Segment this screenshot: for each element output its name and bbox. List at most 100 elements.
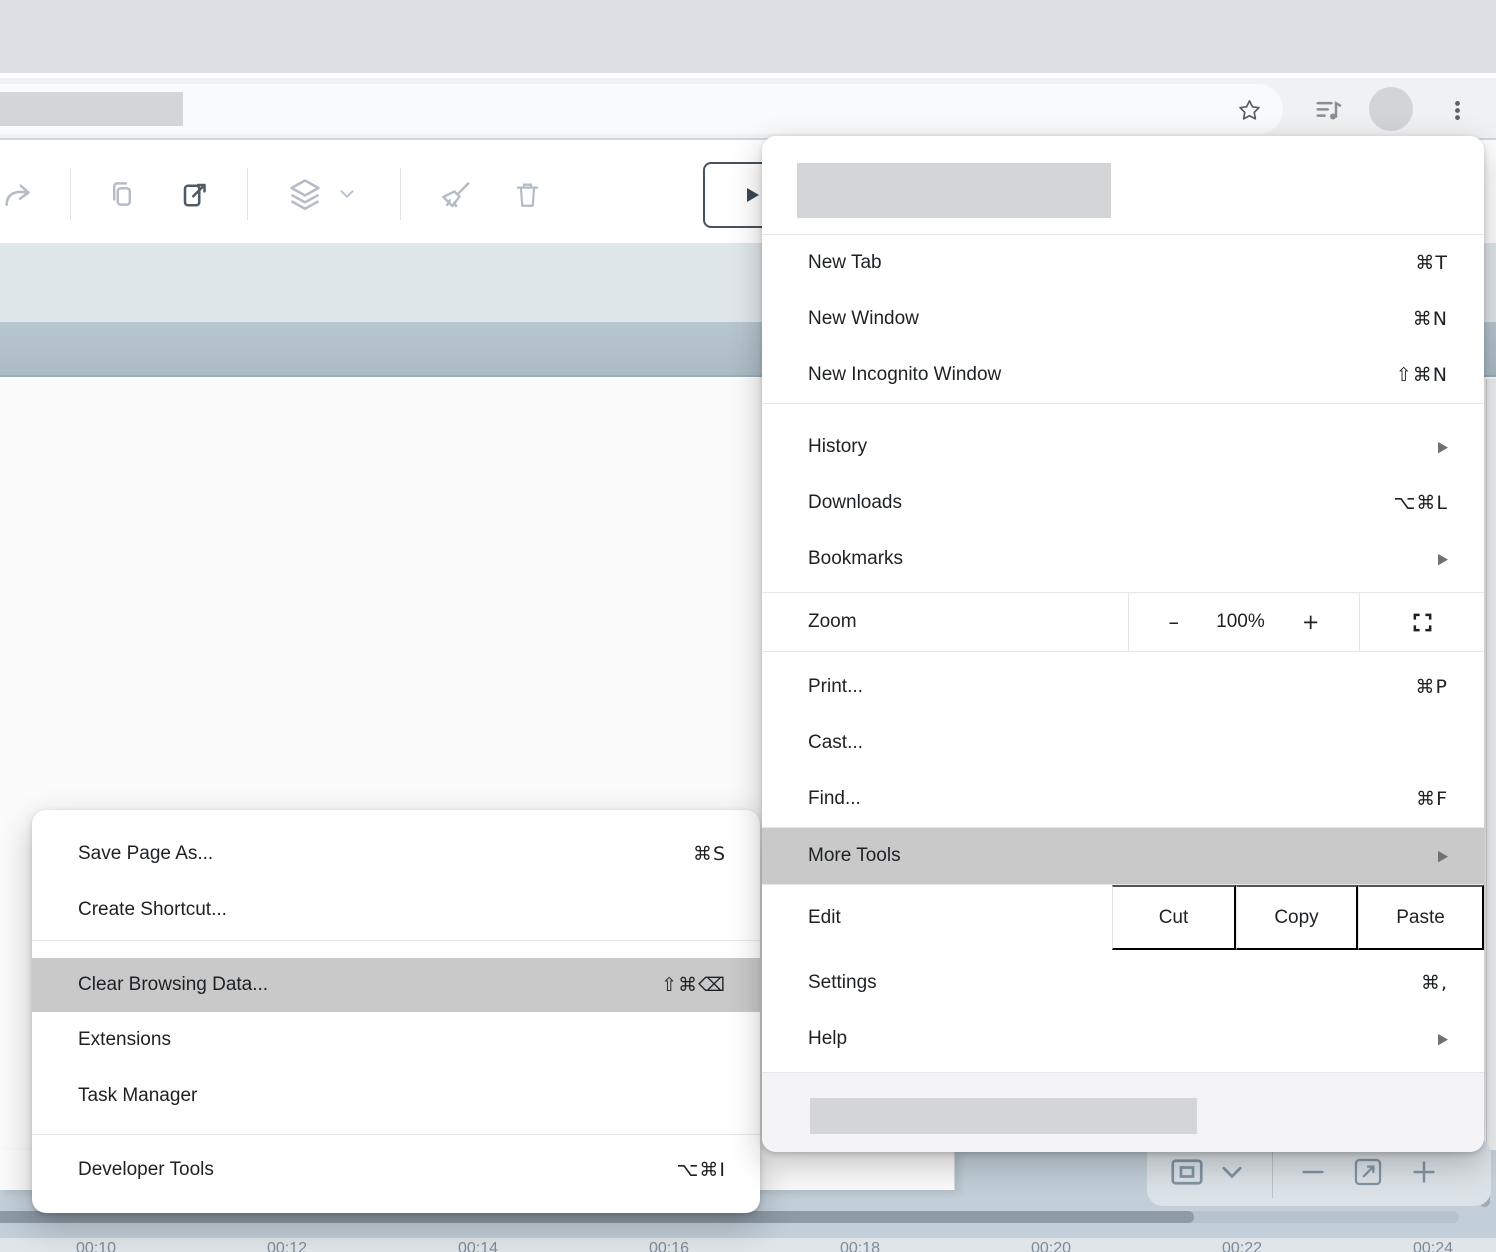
collapse-panel-button[interactable] bbox=[1210, 1146, 1254, 1198]
chevron-down-icon bbox=[1217, 1157, 1247, 1187]
submenu-arrow-icon: ▶ bbox=[1438, 550, 1448, 568]
zoom-level-value: 100% bbox=[1216, 611, 1265, 633]
menu-item-shortcut: ⌘F bbox=[1416, 788, 1448, 810]
address-bar[interactable] bbox=[0, 84, 1283, 134]
duplicate-export-icon bbox=[176, 176, 212, 212]
timeline-timestamp: 00:18 bbox=[840, 1240, 880, 1252]
menu-item-downloads[interactable]: Downloads ⌥⌘L bbox=[762, 475, 1484, 531]
fullscreen-corners-icon bbox=[1411, 611, 1434, 634]
menu-item-create-shortcut[interactable]: Create Shortcut... bbox=[32, 882, 760, 938]
menu-item-new-window[interactable]: New Window ⌘N bbox=[762, 291, 1484, 347]
menu-footer bbox=[762, 1073, 1484, 1152]
screen: 00:10 00:12 00:14 00:16 00:18 00:20 00:2… bbox=[0, 0, 1496, 1252]
duplicate-export-button[interactable] bbox=[169, 169, 219, 219]
toolbar-separator bbox=[70, 168, 71, 220]
submenu-arrow-icon: ▶ bbox=[1438, 847, 1448, 865]
menu-item-label: History bbox=[808, 436, 867, 458]
trash-icon bbox=[511, 178, 544, 211]
menu-item-save-page-as[interactable]: Save Page As... ⌘S bbox=[32, 826, 760, 882]
star-icon bbox=[1236, 97, 1263, 124]
submenu-arrow-icon: ▶ bbox=[1438, 1030, 1448, 1048]
menu-item-label: Developer Tools bbox=[78, 1159, 214, 1181]
menu-item-help[interactable]: Help ▶ bbox=[762, 1011, 1484, 1067]
menu-item-label: Bookmarks bbox=[808, 548, 903, 570]
picture-in-picture-icon bbox=[1169, 1156, 1205, 1188]
zoom-in-timeline-button[interactable] bbox=[1402, 1146, 1446, 1198]
menu-item-print[interactable]: Print... ⌘P bbox=[762, 659, 1484, 715]
menu-item-label: Settings bbox=[808, 972, 877, 994]
menu-item-cast[interactable]: Cast... bbox=[762, 715, 1484, 771]
timeline-timestamp: 00:12 bbox=[267, 1240, 307, 1252]
menu-item-shortcut: ⌘, bbox=[1421, 972, 1448, 994]
panel-separator bbox=[1272, 1146, 1273, 1198]
menu-item-task-manager[interactable]: Task Manager bbox=[32, 1068, 760, 1124]
menu-divider bbox=[32, 1134, 760, 1135]
copy-icon bbox=[105, 177, 139, 211]
timeline-timestamp: 00:22 bbox=[1222, 1240, 1262, 1252]
menu-divider bbox=[762, 403, 1484, 404]
play-icon bbox=[739, 183, 763, 207]
zoom-out-button[interactable]: – bbox=[1163, 610, 1186, 634]
layers-dropdown-button[interactable] bbox=[327, 169, 367, 219]
menu-divider bbox=[32, 940, 760, 941]
zoom-in-button[interactable]: + bbox=[1296, 610, 1326, 634]
menu-item-label: Save Page As... bbox=[78, 843, 213, 865]
timeline-timestamp: 00:20 bbox=[1031, 1240, 1071, 1252]
cut-button[interactable]: Cut bbox=[1112, 885, 1236, 950]
menu-item-edit: Edit Cut Copy Paste bbox=[762, 885, 1484, 950]
menu-item-clear-browsing-data[interactable]: Clear Browsing Data... ⇧⌘⌫ bbox=[32, 958, 760, 1012]
menu-item-settings[interactable]: Settings ⌘, bbox=[762, 955, 1484, 1011]
clean-button[interactable] bbox=[432, 169, 482, 219]
copy-button[interactable]: Copy bbox=[1236, 885, 1358, 950]
timeline-timestamp: 00:24 bbox=[1413, 1240, 1453, 1252]
zoom-out-timeline-button[interactable] bbox=[1291, 1146, 1335, 1198]
timeline-timestamp: 00:16 bbox=[649, 1240, 689, 1252]
timeline-timestamp: 00:10 bbox=[76, 1240, 116, 1252]
menu-item-history[interactable]: History ▶ bbox=[762, 419, 1484, 475]
menu-item-label: Print... bbox=[808, 676, 863, 698]
menu-item-developer-tools[interactable]: Developer Tools ⌥⌘I bbox=[32, 1142, 760, 1198]
browser-main-menu: New Tab ⌘T New Window ⌘N New Incognito W… bbox=[762, 136, 1484, 1152]
redo-icon bbox=[1, 177, 35, 211]
window-scrollbar-gutter bbox=[1486, 379, 1496, 1150]
menu-item-label: New Tab bbox=[808, 252, 882, 274]
zoom-controls: – 100% + bbox=[1128, 593, 1360, 651]
fit-screen-button[interactable] bbox=[1346, 1146, 1390, 1198]
menu-item-zoom: Zoom – 100% + bbox=[762, 593, 1484, 651]
paste-button[interactable]: Paste bbox=[1358, 885, 1484, 950]
menu-item-label: Cast... bbox=[808, 732, 863, 754]
timeline-timestamp: 00:14 bbox=[458, 1240, 498, 1252]
kebab-menu-icon bbox=[1445, 98, 1470, 123]
menu-item-label: Extensions bbox=[78, 1029, 171, 1051]
broom-icon bbox=[439, 176, 475, 212]
menu-item-label: Downloads bbox=[808, 492, 902, 514]
profile-avatar[interactable] bbox=[1369, 87, 1413, 131]
copy-button[interactable] bbox=[97, 169, 147, 219]
menu-item-find[interactable]: Find... ⌘F bbox=[762, 771, 1484, 827]
menu-item-shortcut: ⌘S bbox=[693, 843, 726, 865]
picture-in-picture-button[interactable] bbox=[1165, 1146, 1209, 1198]
menu-item-label: New Window bbox=[808, 308, 919, 330]
menu-item-more-tools[interactable]: More Tools ▶ bbox=[762, 828, 1484, 884]
bookmark-star-button[interactable] bbox=[1234, 96, 1264, 124]
tab-strip bbox=[0, 0, 1496, 73]
menu-item-shortcut: ⇧⌘N bbox=[1396, 364, 1448, 386]
edit-label: Edit bbox=[762, 907, 1112, 929]
menu-item-shortcut: ⌥⌘I bbox=[677, 1159, 727, 1181]
fullscreen-button[interactable] bbox=[1360, 593, 1484, 651]
menu-divider bbox=[762, 651, 1484, 652]
layers-button[interactable] bbox=[280, 169, 330, 219]
menu-item-label: More Tools bbox=[808, 845, 901, 867]
layers-icon bbox=[286, 175, 324, 213]
menu-item-bookmarks[interactable]: Bookmarks ▶ bbox=[762, 531, 1484, 587]
menu-item-new-tab[interactable]: New Tab ⌘T bbox=[762, 235, 1484, 291]
menu-item-extensions[interactable]: Extensions bbox=[32, 1012, 760, 1068]
delete-button[interactable] bbox=[502, 169, 552, 219]
browser-menu-button[interactable] bbox=[1444, 95, 1470, 125]
menu-item-new-incognito-window[interactable]: New Incognito Window ⇧⌘N bbox=[762, 347, 1484, 403]
media-controls-button[interactable] bbox=[1313, 95, 1345, 125]
redacted-url bbox=[0, 92, 183, 126]
redo-button[interactable] bbox=[0, 169, 43, 219]
submenu-arrow-icon: ▶ bbox=[1438, 438, 1448, 456]
menu-item-label: Find... bbox=[808, 788, 861, 810]
